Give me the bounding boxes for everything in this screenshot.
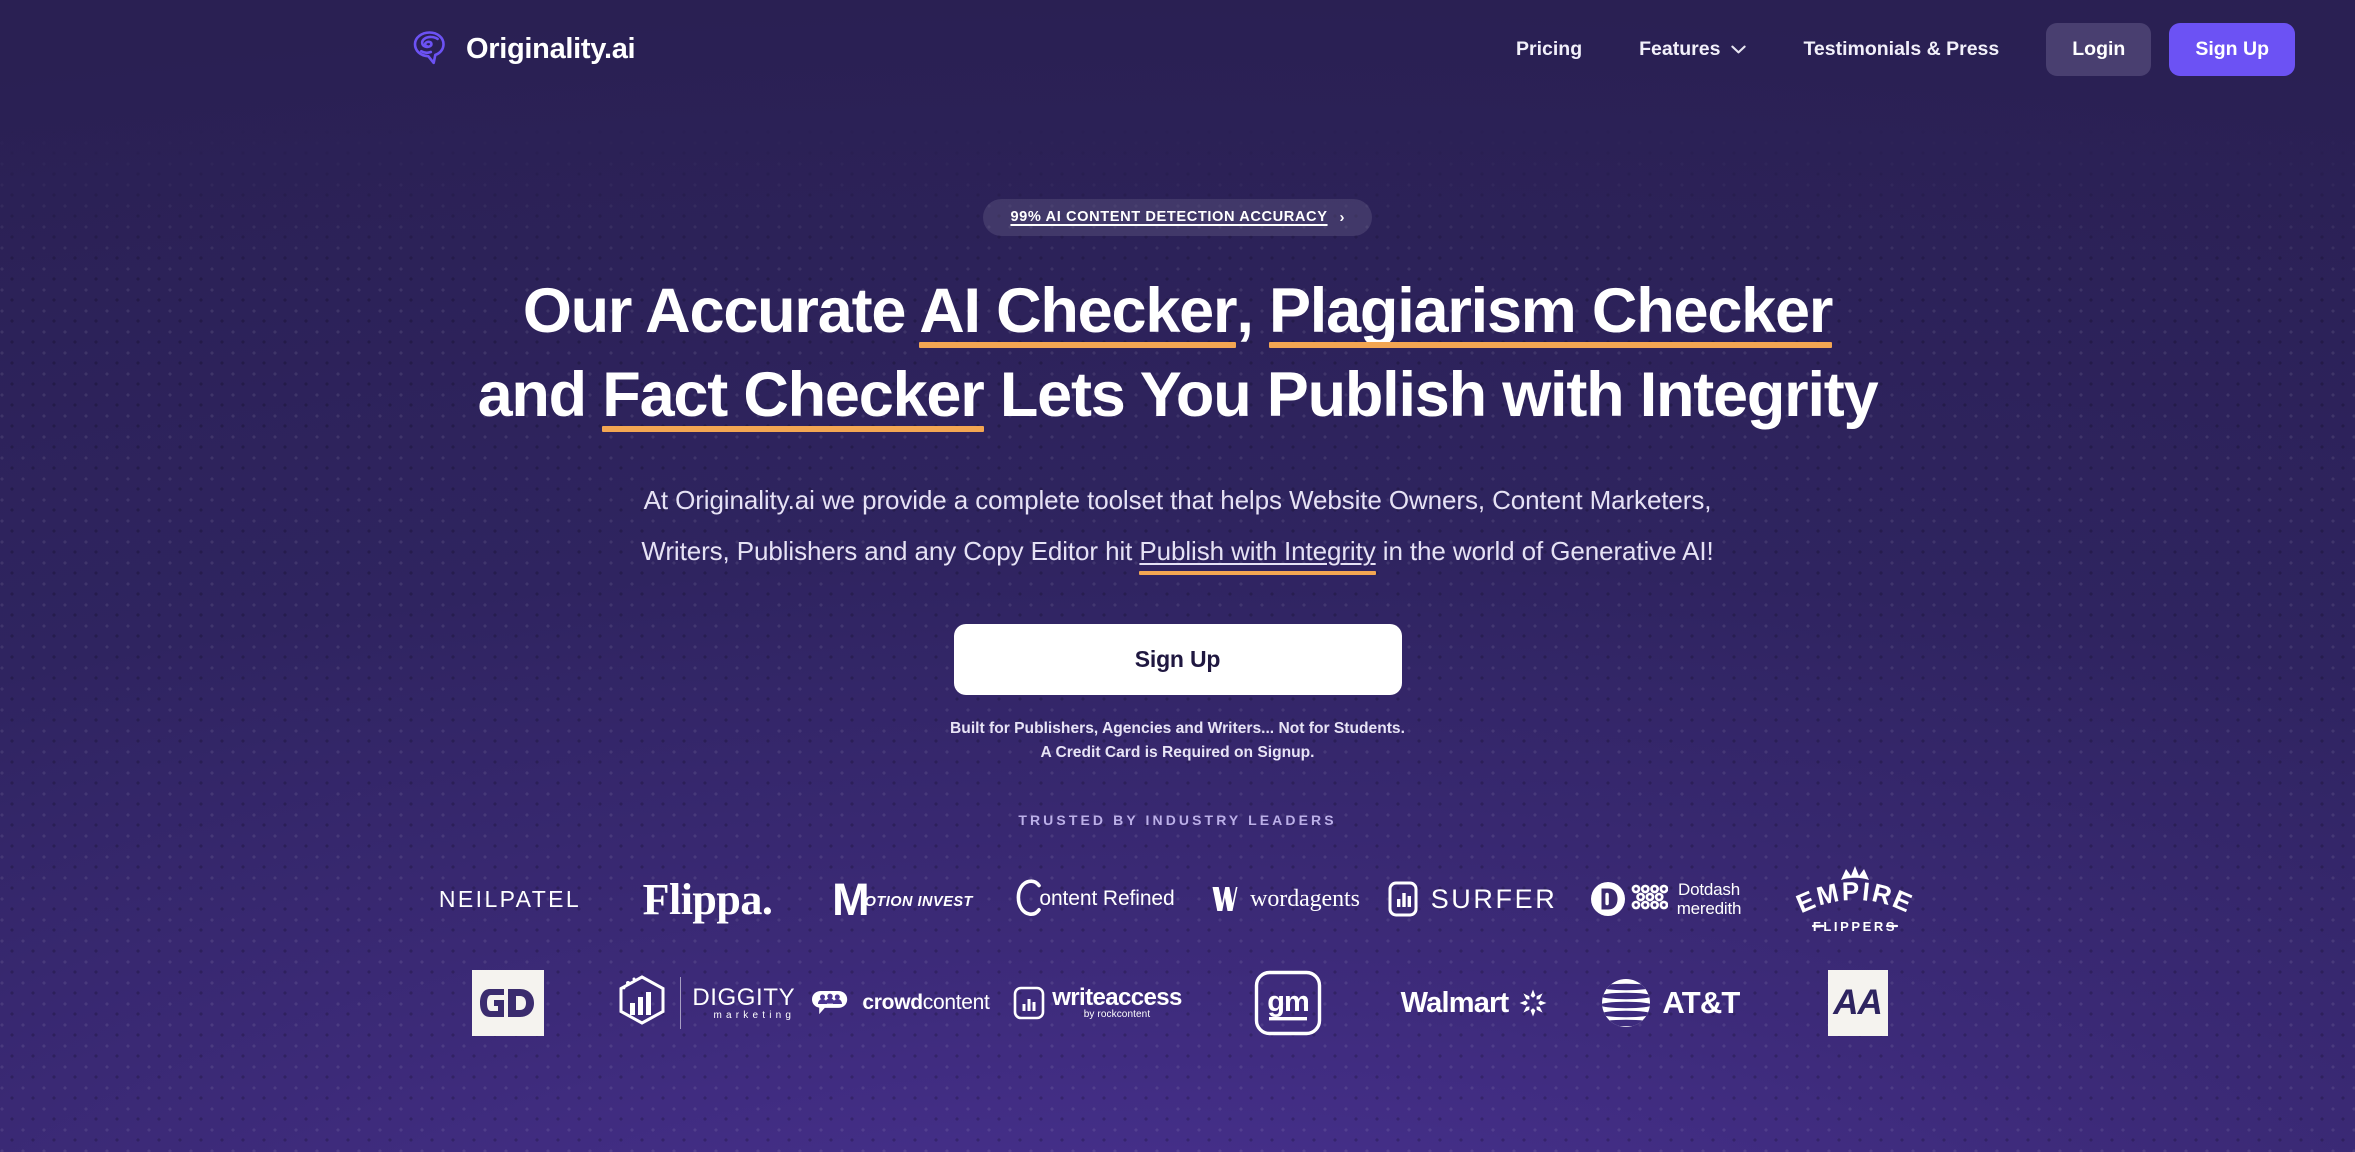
logo-flippa: Flippa.	[610, 874, 805, 925]
logo-motion-invest-text: OTION INVEST	[864, 893, 973, 910]
logo-aa-text: AA	[1833, 983, 1883, 1022]
nav-item-testimonials[interactable]: Testimonials & Press	[1803, 28, 1999, 71]
signup-cta-button[interactable]: Sign Up	[953, 624, 1402, 695]
hero-subtitle-line2c: in the world of Generative AI!	[1375, 536, 1714, 566]
hero-section: 99% AI CONTENT DETECTION ACCURACY › Our …	[0, 98, 2355, 1040]
nav-item-features[interactable]: Features	[1639, 28, 1747, 71]
logo-diggity-divider	[679, 977, 682, 1029]
heading-text: and	[477, 360, 603, 430]
logo-neilpatel: NEILPATEL	[410, 886, 610, 913]
heading-line1: Our Accurate AI Checker, Plagiarism Chec…	[522, 276, 1834, 346]
logo-surfer: SURFER	[1380, 881, 1565, 917]
logo-walmart-text: Walmart	[1400, 986, 1510, 1019]
logo-crowd-word2: content	[922, 991, 990, 1014]
c-mark-icon	[1016, 879, 1042, 916]
heading-text: Lets You Publish with Integrity	[983, 360, 1879, 430]
logo-dotdash-line1: Dotdash	[1678, 880, 1740, 899]
att-globe-icon	[1602, 979, 1651, 1027]
svg-text:gm: gm	[1267, 986, 1309, 1018]
logo-diggity-line2: marketing	[713, 1010, 796, 1021]
accuracy-badge[interactable]: 99% AI CONTENT DETECTION ACCURACY ›	[983, 199, 1372, 236]
logo-writeaccess-text: writeaccess by rockcontent	[1052, 984, 1182, 1021]
signup-button-header[interactable]: Sign Up	[2169, 22, 2295, 76]
logo-motion-invest: M OTION INVEST	[805, 877, 1000, 922]
hero-subtitle: At Originality.ai we provide a complete …	[0, 475, 2355, 577]
page-content: Originality.ai Pricing Features Testimon…	[0, 0, 2355, 1040]
logo-diggity: DIGGITY marketing	[608, 973, 803, 1033]
logo-aa: AA	[1768, 970, 1948, 1036]
fineprint-line-1: Built for Publishers, Agencies and Write…	[950, 720, 1405, 737]
logo-content-refined-text: ontent Refined	[1039, 887, 1175, 910]
logo-dotdash-meredith: Dotdash meredith	[1565, 880, 1765, 918]
dotdash-d-icon	[1590, 882, 1625, 916]
logo-gd	[408, 970, 608, 1036]
main-navigation: Pricing Features Testimonials & Press Lo…	[1516, 22, 2295, 76]
fineprint-line-2: A Credit Card is Required on Signup.	[1040, 744, 1315, 761]
logo-wordagents: wordagents	[1190, 884, 1380, 914]
gm-mark-icon: gm	[1254, 970, 1321, 1036]
walmart-spark-icon	[1519, 989, 1547, 1017]
heading-text: ,	[1236, 276, 1269, 346]
svg-text:FLIPPERS: FLIPPERS	[1813, 919, 1897, 934]
w-mark-icon	[1212, 887, 1238, 911]
logo-row-2: DIGGITY marketing crowdcontent writeacce…	[0, 966, 2355, 1040]
logo-crowd-word1: crowd	[862, 991, 923, 1014]
heading-text: Our Accurate	[522, 276, 920, 346]
gd-mark-icon	[479, 989, 534, 1017]
chevron-down-icon	[1731, 45, 1747, 53]
nav-item-pricing[interactable]: Pricing	[1516, 28, 1582, 71]
logo-dotdash-text: Dotdash meredith	[1677, 880, 1742, 918]
nav-item-pricing-label: Pricing	[1516, 37, 1583, 60]
logo-writeaccess: writeaccess by rockcontent	[998, 986, 1198, 1020]
logo-writeaccess-line1: writeaccess	[1052, 984, 1182, 1011]
cta-fineprint: Built for Publishers, Agencies and Write…	[0, 717, 2355, 765]
nav-item-testimonials-label: Testimonials & Press	[1803, 37, 2000, 60]
logo-neilpatel-text: NEILPATEL	[438, 885, 582, 912]
svg-text:EMPIRE: EMPIRE	[1792, 876, 1918, 919]
heading-highlight-ai-checker: AI Checker	[919, 276, 1237, 346]
hero-subtitle-line1: At Originality.ai we provide a complete …	[643, 485, 1712, 515]
logo-att-text: AT&T	[1662, 985, 1740, 1020]
logo-surfer-text: SURFER	[1430, 883, 1558, 914]
logo-flippa-text: Flippa.	[642, 874, 773, 924]
logo-crowd-content-text: crowdcontent	[862, 991, 989, 1015]
diggity-mark-icon	[619, 975, 665, 1025]
logo-crowd-content: crowdcontent	[803, 983, 998, 1023]
logo-gm: gm	[1198, 970, 1378, 1036]
trusted-logos: NEILPATEL Flippa. M OTION INVEST ontent …	[0, 862, 2355, 1040]
page-title: Our Accurate AI Checker, Plagiarism Chec…	[0, 269, 2355, 437]
heading-highlight-plagiarism-checker: Plagiarism Checker	[1268, 276, 1833, 346]
logo-empire-flippers: EMPIRE FLIPPERS	[1765, 864, 1945, 934]
logo-content-refined: ontent Refined	[1000, 879, 1190, 919]
chevron-right-icon: ›	[1339, 208, 1345, 226]
nav-item-features-label: Features	[1639, 37, 1721, 60]
logo-gd-box	[471, 970, 544, 1036]
heading-line2: and Fact Checker Lets You Publish with I…	[477, 360, 1879, 430]
logo-diggity-line1: DIGGITY	[692, 984, 796, 1011]
empire-flippers-mark: EMPIRE FLIPPERS	[1792, 866, 1918, 934]
heading-highlight-fact-checker: Fact Checker	[602, 360, 984, 430]
logo-diggity-text: DIGGITY marketing	[692, 985, 795, 1021]
brand-name: Originality.ai	[466, 32, 636, 65]
logo-motion-invest-mark: M	[832, 873, 869, 925]
trusted-by-label: TRUSTED BY INDUSTRY LEADERS	[1018, 812, 1337, 828]
writeaccess-mark-icon	[1013, 986, 1045, 1020]
hero-subtitle-line2a: Writers, Publishers and any Copy Editor …	[641, 536, 1140, 566]
brain-icon	[413, 31, 445, 65]
site-header: Originality.ai Pricing Features Testimon…	[0, 0, 2355, 98]
logo-att: AT&T	[1573, 977, 1768, 1029]
logo-walmart: Walmart	[1378, 987, 1573, 1020]
logo-wordagents-text: wordagents	[1250, 885, 1360, 912]
dotdash-lattice-icon	[1631, 884, 1668, 910]
surfer-mark-icon	[1388, 881, 1418, 917]
hero-subtitle-link-publish-with-integrity[interactable]: Publish with Integrity	[1139, 536, 1375, 566]
page-background: Originality.ai Pricing Features Testimon…	[0, 0, 2355, 1152]
logo-dotdash-line2: meredith	[1676, 899, 1742, 918]
logo-aa-box: AA	[1827, 970, 1888, 1036]
crowd-cloud-icon	[812, 991, 848, 1015]
accuracy-badge-label: 99% AI CONTENT DETECTION ACCURACY	[1010, 209, 1328, 225]
brand-logo[interactable]: Originality.ai	[408, 27, 636, 71]
login-button[interactable]: Login	[2046, 22, 2152, 76]
logo-row-1: NEILPATEL Flippa. M OTION INVEST ontent …	[0, 862, 2355, 936]
